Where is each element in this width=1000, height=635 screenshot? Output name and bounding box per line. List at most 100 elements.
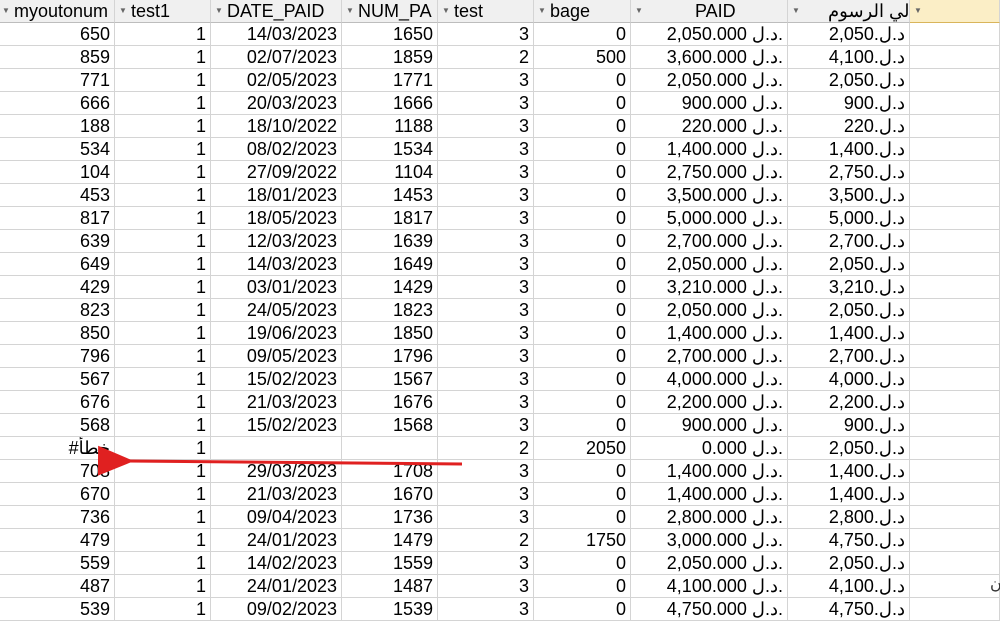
cell-myoutonum[interactable]: 559 bbox=[0, 552, 115, 575]
cell-paid[interactable]: 3,000.000 د.ل. bbox=[631, 529, 788, 552]
cell-test1[interactable]: 1 bbox=[115, 368, 211, 391]
cell-empty[interactable] bbox=[910, 161, 1000, 184]
cell-total-fees[interactable]: د.ل.2,050 bbox=[788, 552, 910, 575]
cell-myoutonum[interactable]: 817 bbox=[0, 207, 115, 230]
cell-test[interactable]: 3 bbox=[438, 69, 534, 92]
cell-total-fees[interactable]: د.ل.900 bbox=[788, 414, 910, 437]
cell-paid[interactable]: 0.000 د.ل. bbox=[631, 437, 788, 460]
cell-date-paid[interactable]: 14/03/2023 bbox=[211, 23, 342, 46]
cell-test[interactable]: 3 bbox=[438, 552, 534, 575]
cell-num-pa[interactable]: 1823 bbox=[342, 299, 438, 322]
cell-total-fees[interactable]: د.ل.2,200 bbox=[788, 391, 910, 414]
sort-filter-arrow-icon[interactable]: ▼ bbox=[538, 6, 546, 15]
cell-test1[interactable]: 1 bbox=[115, 253, 211, 276]
cell-empty[interactable] bbox=[910, 253, 1000, 276]
table-row[interactable]: 817 1 18/05/2023 1817 3 0 5,000.000 د.ل. د.ل.5,… bbox=[0, 207, 1000, 230]
cell-empty[interactable] bbox=[910, 598, 1000, 621]
cell-date-paid[interactable]: 15/02/2023 bbox=[211, 368, 342, 391]
cell-test[interactable]: 3 bbox=[438, 207, 534, 230]
cell-bage[interactable]: 1750 bbox=[534, 529, 631, 552]
cell-num-pa[interactable]: 1567 bbox=[342, 368, 438, 391]
cell-test1[interactable]: 1 bbox=[115, 529, 211, 552]
cell-test1[interactable]: 1 bbox=[115, 414, 211, 437]
cell-test1[interactable]: 1 bbox=[115, 276, 211, 299]
cell-date-paid[interactable]: 09/05/2023 bbox=[211, 345, 342, 368]
cell-total-fees[interactable]: د.ل.5,000 bbox=[788, 207, 910, 230]
cell-myoutonum[interactable]: 104 bbox=[0, 161, 115, 184]
cell-test1[interactable]: 1 bbox=[115, 345, 211, 368]
cell-myoutonum[interactable]: 823 bbox=[0, 299, 115, 322]
cell-myoutonum[interactable]: 639 bbox=[0, 230, 115, 253]
cell-myoutonum[interactable]: 453 bbox=[0, 184, 115, 207]
cell-num-pa[interactable]: 1479 bbox=[342, 529, 438, 552]
cell-empty[interactable] bbox=[910, 184, 1000, 207]
sort-filter-arrow-icon[interactable]: ▼ bbox=[215, 6, 223, 15]
cell-bage[interactable]: 0 bbox=[534, 299, 631, 322]
column-header-num-pa[interactable]: ▼ NUM_PA bbox=[342, 0, 438, 23]
cell-num-pa[interactable]: 1188 bbox=[342, 115, 438, 138]
cell-bage[interactable]: 0 bbox=[534, 368, 631, 391]
table-row[interactable]: 796 1 09/05/2023 1796 3 0 2,700.000 د.ل. د.ل.2,… bbox=[0, 345, 1000, 368]
cell-paid[interactable]: 4,100.000 د.ل. bbox=[631, 575, 788, 598]
cell-empty[interactable] bbox=[910, 276, 1000, 299]
cell-empty[interactable] bbox=[910, 92, 1000, 115]
cell-paid[interactable]: 2,050.000 د.ل. bbox=[631, 299, 788, 322]
cell-num-pa[interactable]: 1736 bbox=[342, 506, 438, 529]
cell-num-pa[interactable]: 1817 bbox=[342, 207, 438, 230]
cell-date-paid[interactable]: 19/06/2023 bbox=[211, 322, 342, 345]
cell-total-fees[interactable]: د.ل.4,100 bbox=[788, 575, 910, 598]
cell-bage[interactable]: 0 bbox=[534, 69, 631, 92]
cell-total-fees[interactable]: د.ل.220 bbox=[788, 115, 910, 138]
cell-bage[interactable]: 0 bbox=[534, 138, 631, 161]
cell-test1[interactable]: 1 bbox=[115, 92, 211, 115]
cell-test1[interactable]: 1 bbox=[115, 161, 211, 184]
cell-myoutonum[interactable]: 859 bbox=[0, 46, 115, 69]
cell-num-pa[interactable]: 1568 bbox=[342, 414, 438, 437]
cell-bage[interactable]: 0 bbox=[534, 161, 631, 184]
table-row[interactable]: 708 1 29/03/2023 1708 3 0 1,400.000 د.ل. د.ل.1,… bbox=[0, 460, 1000, 483]
cell-test[interactable]: 3 bbox=[438, 506, 534, 529]
cell-empty[interactable] bbox=[910, 230, 1000, 253]
cell-date-paid[interactable]: 24/01/2023 bbox=[211, 575, 342, 598]
cell-total-fees[interactable]: د.ل.2,050 bbox=[788, 253, 910, 276]
cell-num-pa[interactable]: 1650 bbox=[342, 23, 438, 46]
cell-paid[interactable]: 1,400.000 د.ل. bbox=[631, 460, 788, 483]
cell-date-paid[interactable]: 24/01/2023 bbox=[211, 529, 342, 552]
cell-paid[interactable]: 5,000.000 د.ل. bbox=[631, 207, 788, 230]
cell-bage[interactable]: 500 bbox=[534, 46, 631, 69]
cell-bage[interactable]: 2050 bbox=[534, 437, 631, 460]
cell-test[interactable]: 3 bbox=[438, 230, 534, 253]
cell-num-pa[interactable]: 1666 bbox=[342, 92, 438, 115]
cell-myoutonum[interactable]: 567 bbox=[0, 368, 115, 391]
cell-paid[interactable]: 2,700.000 د.ل. bbox=[631, 345, 788, 368]
cell-test[interactable]: 3 bbox=[438, 23, 534, 46]
cell-paid[interactable]: 2,050.000 د.ل. bbox=[631, 253, 788, 276]
cell-test[interactable]: 2 bbox=[438, 529, 534, 552]
cell-test[interactable]: 2 bbox=[438, 46, 534, 69]
column-header-bage[interactable]: ▼ bage bbox=[534, 0, 631, 23]
cell-bage[interactable]: 0 bbox=[534, 391, 631, 414]
cell-test1[interactable]: 1 bbox=[115, 138, 211, 161]
cell-bage[interactable]: 0 bbox=[534, 115, 631, 138]
column-header-empty[interactable]: ▼ bbox=[910, 0, 1000, 23]
cell-date-paid[interactable]: 18/01/2023 bbox=[211, 184, 342, 207]
cell-myoutonum[interactable]: 539 bbox=[0, 598, 115, 621]
table-row[interactable]: 568 1 15/02/2023 1568 3 0 900.000 د.ل. د.ل.900 bbox=[0, 414, 1000, 437]
cell-date-paid[interactable]: 02/07/2023 bbox=[211, 46, 342, 69]
cell-myoutonum[interactable]: 479 bbox=[0, 529, 115, 552]
cell-date-paid[interactable]: 15/02/2023 bbox=[211, 414, 342, 437]
cell-myoutonum[interactable]: 736 bbox=[0, 506, 115, 529]
cell-test[interactable]: 3 bbox=[438, 598, 534, 621]
table-row[interactable]: #خطأ 1 2 2050 0.000 د.ل. د.ل.2,050 bbox=[0, 437, 1000, 460]
cell-num-pa[interactable]: 1850 bbox=[342, 322, 438, 345]
sort-filter-arrow-icon[interactable]: ▼ bbox=[346, 6, 354, 15]
cell-empty[interactable] bbox=[910, 345, 1000, 368]
cell-bage[interactable]: 0 bbox=[534, 575, 631, 598]
cell-test[interactable]: 3 bbox=[438, 414, 534, 437]
cell-myoutonum[interactable]: 796 bbox=[0, 345, 115, 368]
cell-test1[interactable]: 1 bbox=[115, 299, 211, 322]
cell-test[interactable]: 3 bbox=[438, 322, 534, 345]
table-row[interactable]: 649 1 14/03/2023 1649 3 0 2,050.000 د.ل. د.ل.2,… bbox=[0, 253, 1000, 276]
table-row[interactable]: 559 1 14/02/2023 1559 3 0 2,050.000 د.ل. د.ل.2,… bbox=[0, 552, 1000, 575]
table-row[interactable]: 479 1 24/01/2023 1479 2 1750 3,000.000 د.ل. د.ل… bbox=[0, 529, 1000, 552]
